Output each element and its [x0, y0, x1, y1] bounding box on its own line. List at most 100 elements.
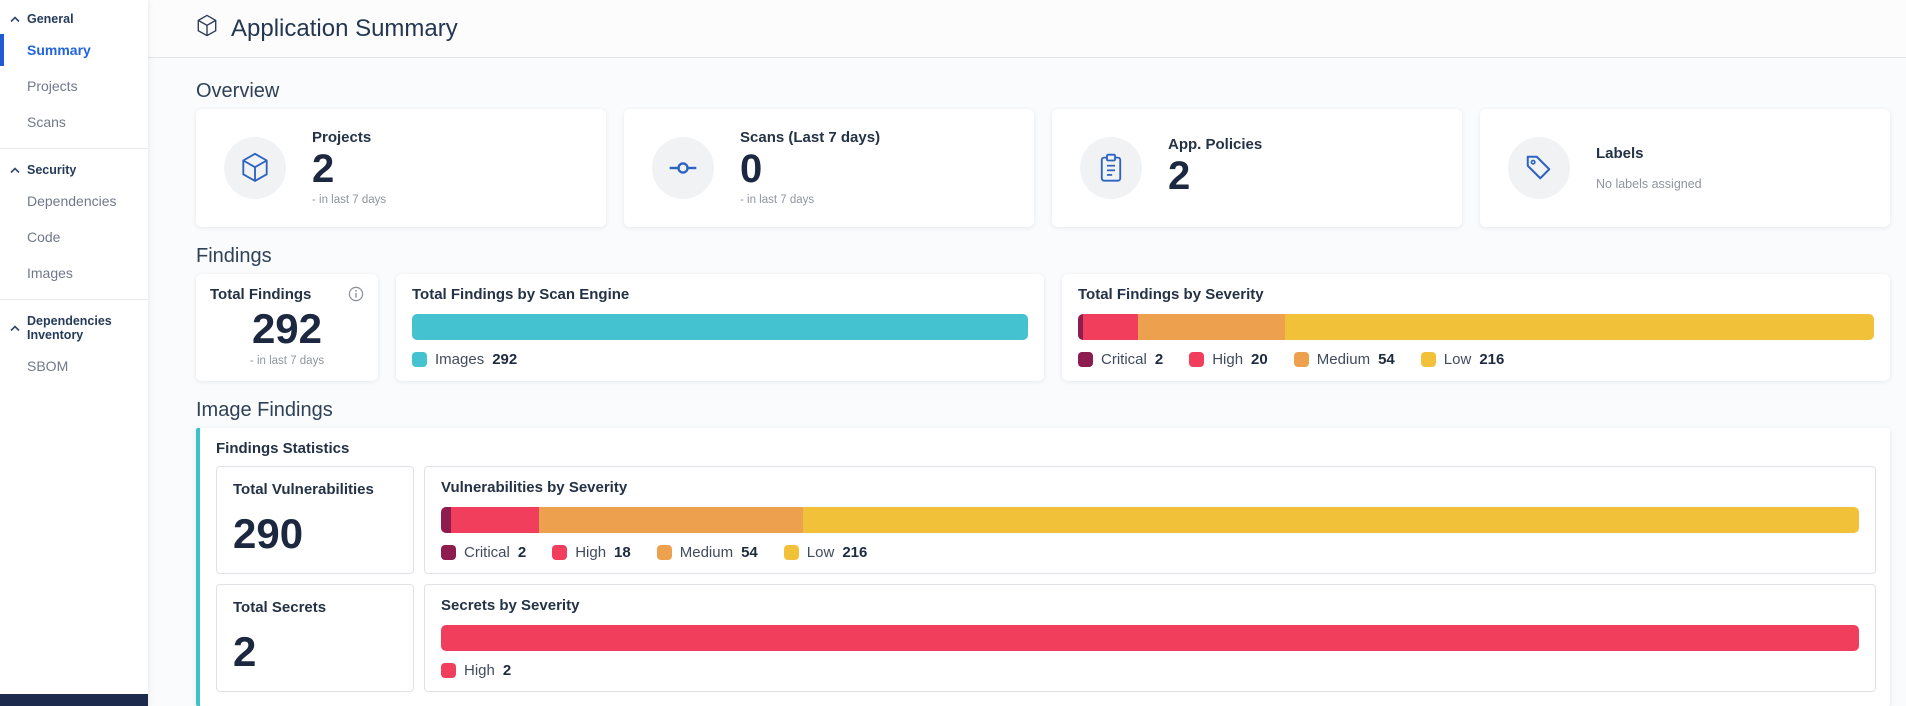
- card-subtext: No labels assigned: [1596, 177, 1702, 192]
- legend-value: 54: [741, 544, 758, 561]
- legend-swatch: [441, 545, 456, 560]
- total-findings-card: Total Findings 292 - in last 7 days: [196, 274, 378, 381]
- bar-segment-low[interactable]: [1285, 314, 1874, 340]
- sidebar-item-label: Summary: [27, 42, 91, 58]
- legend-item-medium[interactable]: Medium 54: [657, 544, 758, 561]
- legend-item-high[interactable]: High2: [441, 662, 511, 679]
- card-value: 2: [233, 629, 397, 675]
- page-header: Application Summary: [148, 0, 1906, 58]
- sidebar-item-label: Scans: [27, 114, 66, 130]
- overview-card-labels: Labels No labels assigned: [1480, 109, 1890, 227]
- bar-segment-images[interactable]: [412, 314, 1028, 340]
- panel-title: Findings Statistics: [216, 440, 1876, 458]
- clipboard-icon: [1080, 137, 1142, 199]
- severity-bar: [1078, 314, 1874, 340]
- secrets-severity-bar: [441, 625, 1859, 651]
- bar-segment-high[interactable]: [451, 507, 539, 533]
- legend-item-critical[interactable]: Critical 2: [441, 544, 526, 561]
- sidebar-item-code[interactable]: Code: [0, 219, 148, 255]
- legend-label: Low: [807, 544, 835, 561]
- legend-swatch: [1294, 352, 1309, 367]
- sidebar-group-header-dependencies-inventory[interactable]: Dependencies Inventory: [0, 304, 148, 348]
- legend-item-high[interactable]: High20: [1189, 351, 1268, 368]
- legend-swatch: [412, 352, 427, 367]
- sidebar-group-dependencies-inventory: Dependencies Inventory SBOM: [0, 299, 148, 384]
- overview-card-app-policies: App. Policies 2: [1052, 109, 1462, 227]
- sidebar-item-projects[interactable]: Projects: [0, 68, 148, 104]
- card-value: 0: [740, 147, 880, 191]
- legend-item-high[interactable]: High18: [552, 544, 631, 561]
- secrets-by-severity-card: Secrets by Severity High2: [424, 584, 1876, 692]
- sidebar-item-label: Dependencies: [27, 193, 117, 209]
- sidebar-group-title: Dependencies Inventory: [27, 314, 138, 342]
- main-content: Application Summary Overview Projects 2 …: [148, 0, 1906, 706]
- chevron-up-icon: [10, 163, 20, 177]
- sidebar-bottom-bar: [0, 694, 148, 706]
- sidebar-item-images[interactable]: Images: [0, 255, 148, 291]
- card-value: 2: [1168, 154, 1262, 198]
- scan-engine-bar: [412, 314, 1028, 340]
- sidebar: General Summary Projects Scans Security …: [0, 0, 148, 706]
- sidebar-item-scans[interactable]: Scans: [0, 104, 148, 140]
- sidebar-item-summary[interactable]: Summary: [0, 32, 148, 68]
- vulnerabilities-by-severity-card: Vulnerabilities by Severity Critical 2 Hig…: [424, 466, 1876, 574]
- chevron-up-icon: [10, 321, 20, 335]
- sidebar-group-header-general[interactable]: General: [0, 2, 148, 32]
- cube-icon: [224, 137, 286, 199]
- vulnerabilities-severity-legend: Critical 2 High18 Medium 54 Low 216: [441, 544, 1859, 561]
- scan-icon: [652, 137, 714, 199]
- card-label: Total Secrets: [233, 599, 397, 617]
- legend-label: Medium: [1317, 351, 1370, 368]
- legend-item-low[interactable]: Low 216: [784, 544, 868, 561]
- card-subtext: - in last 7 days: [312, 193, 386, 208]
- page-title: Application Summary: [231, 15, 458, 43]
- bar-segment-high[interactable]: [441, 625, 1859, 651]
- legend-item-medium[interactable]: Medium54: [1294, 351, 1395, 368]
- legend-label: High: [1212, 351, 1243, 368]
- bar-segment-critical[interactable]: [441, 507, 451, 533]
- sidebar-group-general: General Summary Projects Scans: [0, 2, 148, 140]
- card-subtext: - in last 7 days: [210, 354, 364, 369]
- legend-label: Medium: [680, 544, 733, 561]
- legend-label: Critical: [1101, 351, 1147, 368]
- legend-swatch: [1189, 352, 1204, 367]
- bar-segment-medium[interactable]: [539, 507, 803, 533]
- findings-statistics-grid: Total Vulnerabilities 290 Vulnerabilitie…: [216, 466, 1876, 692]
- sidebar-item-sbom[interactable]: SBOM: [0, 348, 148, 384]
- legend-label: Critical: [464, 544, 510, 561]
- legend-value: 292: [492, 351, 517, 368]
- bar-segment-medium[interactable]: [1138, 314, 1285, 340]
- legend-label: Low: [1444, 351, 1472, 368]
- sidebar-group-header-security[interactable]: Security: [0, 153, 148, 183]
- card-subtext: - in last 7 days: [740, 193, 880, 208]
- legend-item-critical[interactable]: Critical2: [1078, 351, 1163, 368]
- section-heading-image-findings: Image Findings: [196, 399, 1890, 422]
- application-cube-icon: [196, 14, 218, 43]
- legend-item-images[interactable]: Images 292: [412, 351, 517, 368]
- chart-title: Secrets by Severity: [441, 597, 1859, 615]
- legend-swatch: [657, 545, 672, 560]
- sidebar-item-label: Code: [27, 229, 60, 245]
- legend-label: High: [575, 544, 606, 561]
- legend-label: Images: [435, 351, 484, 368]
- scan-engine-legend: Images 292: [412, 351, 1028, 368]
- card-label: Projects: [312, 129, 386, 147]
- sidebar-item-dependencies[interactable]: Dependencies: [0, 183, 148, 219]
- sidebar-group-title: General: [27, 12, 74, 26]
- legend-item-low[interactable]: Low216: [1421, 351, 1505, 368]
- legend-value: 216: [842, 544, 867, 561]
- findings-by-severity-card: Total Findings by Severity Critical2High…: [1062, 274, 1890, 381]
- vulnerabilities-severity-bar: [441, 507, 1859, 533]
- bar-segment-high[interactable]: [1083, 314, 1138, 340]
- bar-segment-low[interactable]: [803, 507, 1859, 533]
- legend-value: 2: [503, 662, 511, 679]
- card-value: 2: [312, 147, 386, 191]
- overview-card-scans: Scans (Last 7 days) 0 - in last 7 days: [624, 109, 1034, 227]
- total-secrets-card: Total Secrets 2: [216, 584, 414, 692]
- chart-title: Vulnerabilities by Severity: [441, 479, 1859, 497]
- section-heading-overview: Overview: [196, 80, 1890, 103]
- info-icon[interactable]: [348, 286, 364, 302]
- legend-value: 2: [518, 544, 526, 561]
- chart-title: Total Findings by Scan Engine: [412, 286, 1028, 304]
- findings-row: Total Findings 292 - in last 7 days Tota…: [196, 274, 1890, 381]
